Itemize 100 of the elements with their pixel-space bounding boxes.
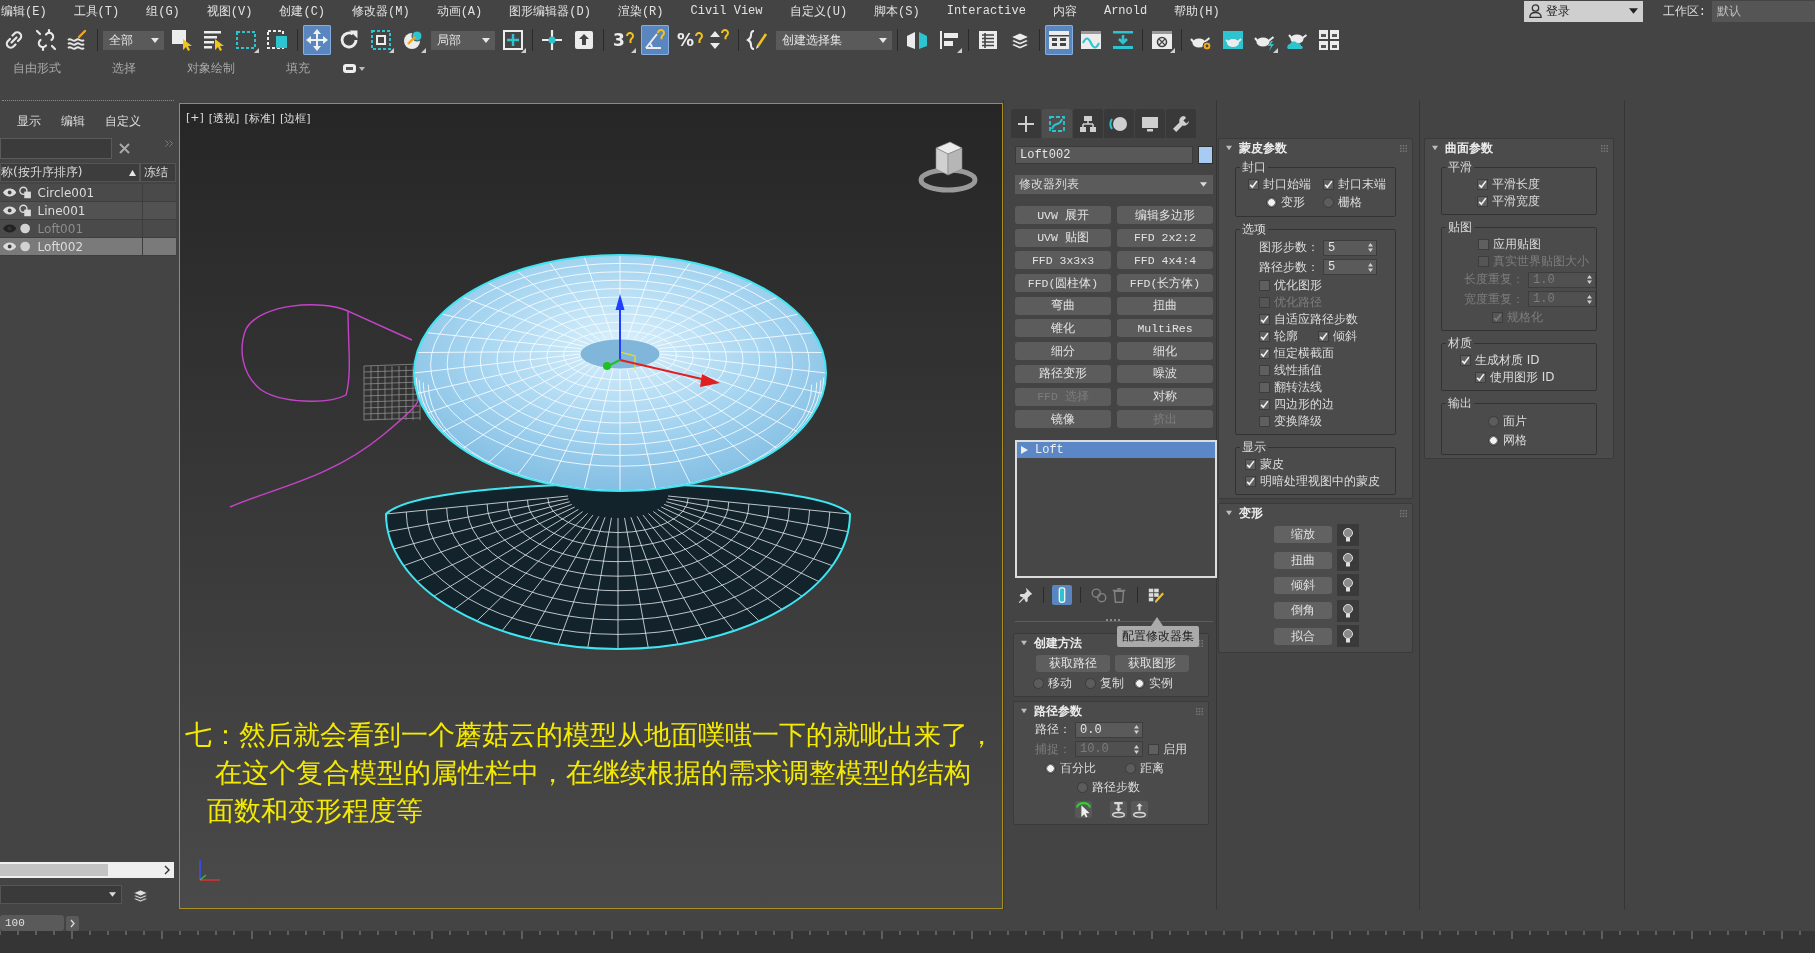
- grip-dots-icon[interactable]: [1400, 144, 1407, 152]
- toolbar-dropdown[interactable]: 创建选择集: [776, 30, 892, 50]
- checkbox[interactable]: [1259, 280, 1270, 291]
- column-header[interactable]: 冻结: [140, 163, 176, 182]
- modifier-button[interactable]: 对称: [1117, 387, 1213, 406]
- spinner-arrows-icon[interactable]: [1587, 275, 1592, 285]
- snap-toggle-button[interactable]: 3: [609, 25, 637, 55]
- radio-button[interactable]: [1085, 678, 1096, 690]
- menu-item[interactable]: 脚本(S): [874, 2, 920, 20]
- radio-button[interactable]: [1266, 197, 1277, 208]
- spinner-field[interactable]: 5: [1323, 259, 1377, 276]
- radio-button[interactable]: [1488, 416, 1499, 427]
- menu-item[interactable]: 创建(C): [279, 2, 326, 20]
- rollout-title[interactable]: 蒙皮参数: [1239, 139, 1287, 157]
- grip-dots-icon[interactable]: [1196, 707, 1203, 715]
- modifier-button[interactable]: FFD 3x3x3: [1015, 251, 1111, 270]
- viewport[interactable]: [+] [透视] [标准] [边框] 七：然后就会看到一个蘑菇云的模型从地面噗嗤一下的就呲出来了， 在这个复合模型的属性栏中，在继续根据的需求调整模型的结构 面数和变形程度等: [179, 103, 1003, 909]
- menu-item[interactable]: 视图(V): [206, 2, 253, 20]
- command-panel-tab[interactable]: [1073, 109, 1103, 138]
- stack-item[interactable]: Loft: [1017, 442, 1215, 459]
- checkbox[interactable]: [1478, 239, 1489, 250]
- spinner-arrows-icon[interactable]: [1368, 262, 1373, 272]
- spinner-arrows-icon[interactable]: [1368, 243, 1373, 253]
- rollout-title[interactable]: 路径参数: [1034, 702, 1082, 720]
- explorer-menu-item[interactable]: 编辑: [61, 113, 85, 130]
- action-button[interactable]: 获取路径: [1036, 654, 1110, 672]
- eye-icon[interactable]: [3, 188, 17, 197]
- checkbox[interactable]: [1259, 365, 1270, 376]
- checkbox[interactable]: [1259, 416, 1270, 427]
- viewport-menu-label[interactable]: [+]: [186, 111, 204, 126]
- checkbox[interactable]: [1259, 314, 1270, 325]
- move-gizmo-drawing[interactable]: [603, 294, 720, 387]
- lightbulb-icon[interactable]: [1337, 599, 1359, 622]
- search-field[interactable]: [0, 137, 112, 159]
- toolbar-dropdown[interactable]: 全部: [103, 30, 164, 50]
- collapse-arrow-icon[interactable]: [1225, 145, 1233, 151]
- modifier-button[interactable]: 镜像: [1015, 410, 1111, 429]
- viewport-menu-label[interactable]: [边框]: [280, 111, 311, 126]
- modifier-button[interactable]: FFD 4x4:4: [1117, 251, 1213, 270]
- layers-icon[interactable]: [133, 887, 148, 902]
- radio-button[interactable]: [1125, 763, 1136, 775]
- menu-item[interactable]: 动画(A): [436, 2, 483, 20]
- spinner-field[interactable]: 5: [1323, 239, 1377, 256]
- expand-arrow-icon[interactable]: [1021, 446, 1028, 455]
- collapse-arrow-icon[interactable]: [1225, 510, 1233, 516]
- chevron-right-icon[interactable]: [164, 865, 171, 875]
- menu-item[interactable]: Arnold: [1103, 4, 1148, 18]
- resize-grip-icon[interactable]: [1106, 619, 1122, 623]
- checkbox[interactable]: [1259, 399, 1270, 410]
- menu-item[interactable]: 渲染(R): [617, 2, 664, 20]
- menu-item[interactable]: 自定义(U): [789, 2, 848, 20]
- checkbox[interactable]: [1245, 476, 1256, 487]
- checkbox[interactable]: [1148, 743, 1159, 755]
- checkbox[interactable]: [1245, 459, 1256, 470]
- percent-snap-button[interactable]: %: [673, 25, 701, 55]
- deform-button[interactable]: 缩放: [1274, 526, 1332, 544]
- radio-button[interactable]: [1134, 678, 1145, 690]
- explorer-menu-item[interactable]: 显示: [17, 113, 41, 130]
- modifier-button[interactable]: UVW 贴图: [1015, 228, 1111, 247]
- arrow-cursor-icon[interactable]: [1075, 800, 1092, 818]
- rollout-title[interactable]: 变形: [1239, 504, 1263, 522]
- rollout-title[interactable]: 曲面参数: [1445, 139, 1493, 157]
- modifier-button[interactable]: 细化: [1117, 342, 1213, 361]
- explorer-menu-item[interactable]: 自定义: [105, 113, 141, 130]
- ribbon-tab[interactable]: 选择: [112, 58, 136, 78]
- ribbon-tab[interactable]: 自由形式: [13, 58, 61, 78]
- tube-icon[interactable]: [1052, 585, 1072, 606]
- command-panel-tab[interactable]: [1011, 109, 1041, 138]
- color-swatch[interactable]: [1198, 146, 1213, 164]
- deform-button[interactable]: 倒角: [1274, 602, 1332, 620]
- deform-button[interactable]: 倾斜: [1274, 576, 1332, 594]
- frame-count-field[interactable]: 100: [0, 915, 64, 931]
- modifier-button[interactable]: 锥化: [1015, 319, 1111, 338]
- menu-item[interactable]: Interactive: [946, 4, 1026, 18]
- radio-button[interactable]: [1045, 763, 1056, 775]
- radio-button[interactable]: [1033, 678, 1044, 690]
- lightbulb-icon[interactable]: [1337, 523, 1359, 546]
- menu-item[interactable]: 编辑(E): [1, 2, 47, 20]
- spinner-arrows-icon[interactable]: [1587, 294, 1592, 304]
- modifier-button[interactable]: 弯曲: [1015, 296, 1111, 315]
- menu-item[interactable]: 修改器(M): [352, 2, 410, 20]
- explorer-row[interactable]: Line001: [0, 202, 176, 220]
- panels-window-icon[interactable]: [1045, 25, 1073, 55]
- spinner-field[interactable]: 0.0: [1075, 721, 1143, 738]
- object-name-field[interactable]: Loft002: [1015, 146, 1194, 164]
- radio-button[interactable]: [1488, 435, 1499, 446]
- checkbox[interactable]: [1259, 348, 1270, 359]
- checkbox[interactable]: [1323, 179, 1334, 190]
- lightbulb-icon[interactable]: [1337, 549, 1359, 572]
- login-dropdown[interactable]: 登录: [1523, 0, 1643, 22]
- checkbox[interactable]: [1259, 331, 1270, 342]
- radio-button[interactable]: [1077, 782, 1088, 794]
- close-icon[interactable]: [119, 142, 130, 154]
- modifier-button[interactable]: 细分: [1015, 342, 1111, 361]
- deform-button[interactable]: 扭曲: [1274, 551, 1332, 569]
- deform-button[interactable]: 拟合: [1274, 627, 1332, 645]
- horizontal-scrollbar[interactable]: [0, 862, 174, 878]
- command-panel-tab[interactable]: [1104, 109, 1134, 138]
- lightbulb-icon[interactable]: [1337, 625, 1359, 648]
- column-header[interactable]: 称(按升序排序): [0, 163, 140, 182]
